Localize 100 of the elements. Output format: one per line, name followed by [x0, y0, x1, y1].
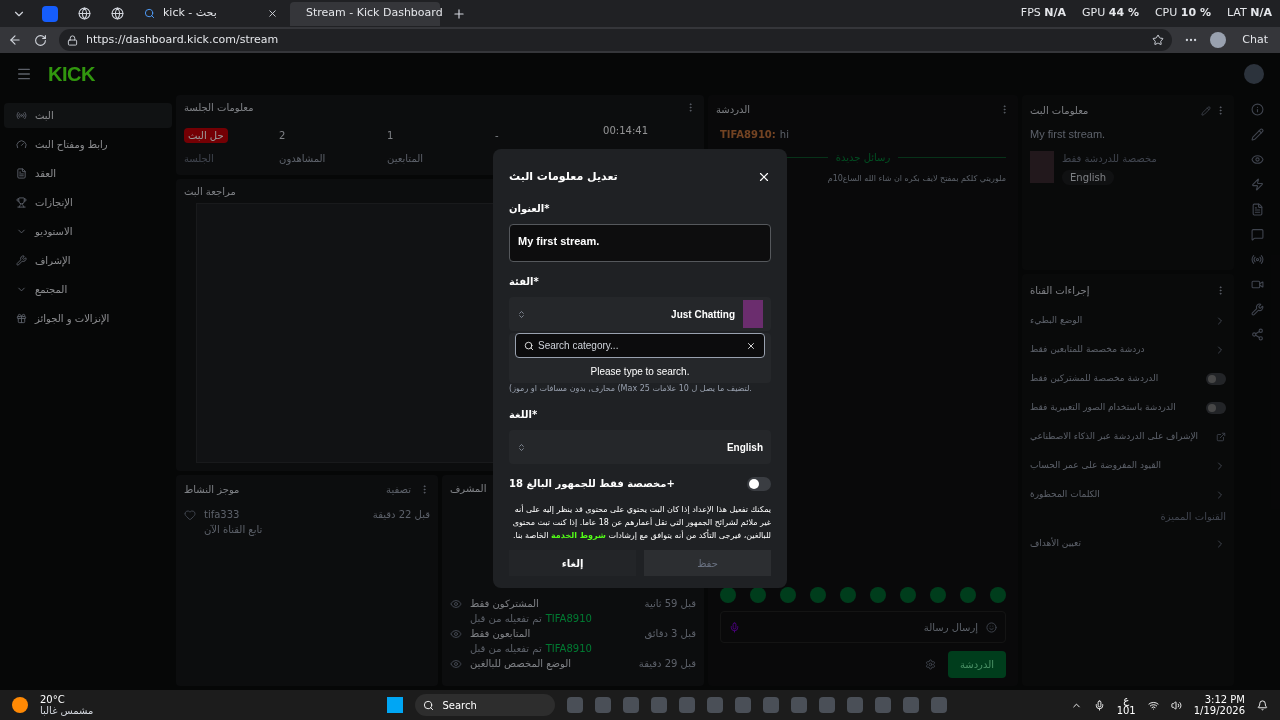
taskbar-app-icon[interactable] — [791, 697, 808, 713]
panel-title: إجراءات القناة — [1030, 283, 1090, 298]
emote-icon[interactable] — [930, 587, 946, 603]
input-language-code: 101 — [1116, 705, 1136, 716]
taskbar-app-icon[interactable] — [595, 697, 612, 713]
toggle-switch[interactable] — [1206, 401, 1226, 414]
search-field[interactable]: Search category... — [515, 333, 765, 358]
menu-icon[interactable] — [16, 66, 32, 82]
mic-icon[interactable] — [1093, 699, 1105, 711]
toggle-switch[interactable] — [1206, 372, 1226, 385]
sidebar-item[interactable]: العقد — [4, 161, 172, 186]
toolbar-icon[interactable] — [1250, 103, 1264, 116]
taskbar-app-icon[interactable] — [707, 697, 724, 713]
taskbar-app-icon[interactable] — [567, 697, 584, 713]
logo[interactable]: KICK — [48, 59, 95, 89]
settings-icon[interactable] — [924, 659, 936, 670]
taskbar-app-icon[interactable] — [931, 697, 948, 713]
clock-time[interactable]: 3:12 PM — [1204, 694, 1245, 705]
log-text: تم تفعيله من قبل — [470, 641, 542, 656]
emote-icon[interactable] — [900, 587, 916, 603]
chat-button[interactable]: Chat — [1238, 31, 1272, 49]
clear-icon[interactable] — [746, 340, 756, 351]
sidebar-item[interactable]: رابط ومفتاح البث — [4, 132, 172, 157]
taskbar-app-icon[interactable] — [819, 697, 836, 713]
taskbar-app-icon[interactable] — [847, 697, 864, 713]
taskbar-app-icon[interactable] — [763, 697, 780, 713]
panel-title: معلومات الجلسة — [184, 100, 254, 115]
category-thumbnail — [1030, 150, 1054, 183]
toolbar-icon[interactable] — [1250, 303, 1264, 316]
input-language[interactable]: ع — [1123, 694, 1130, 705]
cancel-button[interactable]: إلغاء — [509, 550, 636, 576]
stat-label: المشاهدون — [279, 152, 327, 166]
toolbar-icon[interactable] — [1250, 128, 1264, 141]
emote-icon[interactable] — [810, 587, 826, 603]
browser-tab[interactable]: Stream - Kick Dashboard — [290, 1, 440, 26]
activity-text: تابع القناة الآن — [204, 523, 263, 537]
stream-timer: 00:14:41 — [603, 124, 648, 138]
taskbar-app-icon[interactable] — [735, 697, 752, 713]
toolbar-icon[interactable] — [1250, 228, 1264, 241]
back-icon[interactable] — [8, 33, 22, 47]
emote-icon[interactable] — [990, 587, 1006, 603]
avatar[interactable] — [1244, 64, 1264, 84]
title-field[interactable]: My first stream. — [509, 224, 771, 262]
toggle-switch[interactable] — [747, 476, 771, 491]
taskbar-app-icon[interactable] — [875, 697, 892, 713]
timestamp: قبل 29 دقيقة — [638, 656, 696, 671]
log-title: المتابعون فقط — [470, 626, 532, 641]
field-label: الفئة* — [509, 275, 540, 289]
profile-icon[interactable] — [1210, 32, 1227, 48]
wifi-icon[interactable] — [1147, 699, 1159, 711]
close-icon[interactable] — [267, 8, 278, 19]
reload-icon[interactable] — [34, 33, 47, 47]
toolbar-icon[interactable] — [1250, 253, 1264, 266]
chat-message: ملوريتي كلكم بمفتح لايف بكره ان شاء الله الساع10م — [826, 173, 1007, 185]
emote-icon[interactable] — [870, 587, 886, 603]
globe-icon[interactable] — [111, 7, 124, 20]
action-label: الإشراف على الدردشة عبر الذكاء الاصطناعي — [1030, 429, 1199, 443]
toolbar-icon[interactable] — [1250, 278, 1264, 291]
external-link-icon[interactable] — [1216, 431, 1226, 442]
edit-icon[interactable] — [1201, 105, 1211, 116]
action-label: القيود المفروضة على عمر الحساب — [1030, 458, 1162, 472]
emote-icon[interactable] — [780, 587, 796, 603]
taskbar-app-icon[interactable] — [903, 697, 920, 713]
globe-icon[interactable] — [78, 7, 91, 20]
sidebar-item[interactable]: الاستوديو — [4, 219, 172, 244]
notification-icon[interactable] — [1257, 699, 1268, 711]
taskbar-app-icon[interactable] — [623, 697, 640, 713]
volume-icon[interactable] — [1170, 699, 1182, 711]
taskbar-app-icon[interactable] — [651, 697, 668, 713]
sidebar-item[interactable]: الإشراف — [4, 248, 172, 273]
start-icon[interactable] — [387, 697, 404, 713]
star-icon[interactable] — [1152, 34, 1165, 46]
taskbar-search[interactable]: Search — [415, 694, 556, 716]
weather-icon[interactable] — [12, 697, 28, 713]
search-icon — [524, 340, 534, 351]
sidebar-item[interactable]: البث — [4, 103, 172, 128]
browser-tab[interactable]: kick - بحث — [136, 1, 286, 26]
toolbar-icon[interactable] — [1250, 153, 1264, 166]
category-select[interactable]: Just Chatting — [509, 297, 771, 331]
clock-date[interactable]: 1/19/2026 — [1193, 705, 1245, 716]
toolbar-icon[interactable] — [1250, 178, 1264, 191]
action-label: الكلمات المحظورة — [1030, 487, 1100, 501]
emoji-icon[interactable] — [986, 621, 997, 633]
search-icon — [423, 699, 435, 711]
nav-icon — [16, 197, 27, 208]
sidebar-item[interactable]: الإنزالات و الجوائز — [4, 306, 172, 331]
log-title: الوضع المخصص للبالغين — [470, 656, 572, 671]
emote-icon[interactable] — [960, 587, 976, 603]
taskbar-app-icon[interactable] — [679, 697, 696, 713]
toolbar-icon[interactable] — [1250, 328, 1264, 341]
language-select[interactable]: English — [509, 430, 771, 464]
sidebar-item[interactable]: المجتمع — [4, 277, 172, 302]
address-bar[interactable]: https://dashboard.kick.com/stream — [59, 29, 1173, 51]
toolbar-icon[interactable] — [1250, 203, 1264, 216]
sidebar-item[interactable]: الإنجازات — [4, 190, 172, 215]
new-tab-icon[interactable] — [452, 6, 466, 21]
category-thumbnail — [743, 300, 763, 328]
app-icon[interactable] — [42, 5, 58, 22]
close-icon[interactable] — [757, 170, 771, 184]
emote-icon[interactable] — [840, 587, 856, 603]
